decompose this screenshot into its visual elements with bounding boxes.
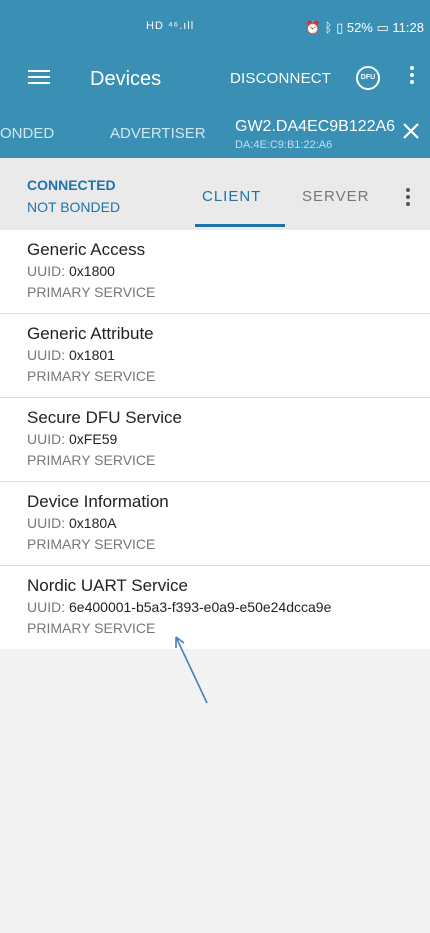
annotation-arrow [175,636,208,704]
